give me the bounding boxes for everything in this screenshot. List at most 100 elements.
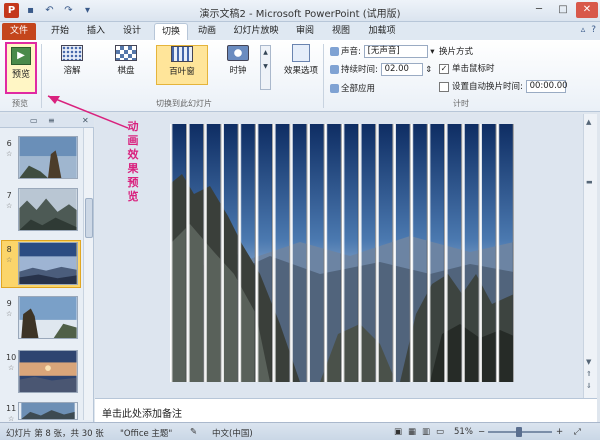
transition-label: 溶解: [63, 66, 81, 76]
tab-slideshow[interactable]: 幻灯片放映: [228, 23, 284, 40]
tab-view[interactable]: 视图: [326, 23, 356, 40]
duration-input[interactable]: 02.00: [380, 63, 423, 76]
slide-thumbnail-11[interactable]: [18, 402, 78, 420]
notes-pane[interactable]: 单击此处添加备注: [95, 398, 597, 422]
slide-thumbnail-7[interactable]: [18, 188, 78, 231]
theme-status: "Office 主题": [120, 429, 173, 439]
help-icon[interactable]: ?: [591, 25, 596, 35]
slideshow-view-icon[interactable]: ▭: [436, 427, 444, 437]
clock-icon: [227, 45, 249, 61]
spellcheck-icon[interactable]: ✎: [190, 427, 197, 437]
chevron-down-icon[interactable]: ▾: [428, 47, 434, 57]
normal-view-icon[interactable]: ▣: [394, 427, 402, 437]
tab-addins[interactable]: 加载项: [362, 23, 402, 40]
group-separator: [323, 44, 324, 108]
checkerboard-icon: [115, 45, 137, 61]
slide-number: 11 ☆: [6, 404, 17, 423]
scroll-thumb-icon[interactable]: ▬: [586, 178, 593, 186]
scroll-up-icon[interactable]: ▲: [586, 118, 591, 126]
slide-photo-blinds-transition: [170, 124, 514, 382]
slide-thumbnail-9[interactable]: [18, 296, 78, 339]
apply-all-label: 全部应用: [341, 84, 376, 94]
zoom-level[interactable]: 51%: [454, 427, 473, 437]
duration-label: 持续时间:: [341, 65, 378, 75]
tab-file[interactable]: 文件: [2, 23, 36, 40]
transition-checkerboard[interactable]: 棋盘: [102, 45, 150, 85]
preview-label: 预览: [11, 70, 30, 80]
duration-row: 持续时间: 02.00 ⇕: [330, 63, 432, 76]
fit-to-window-icon[interactable]: ⤢: [574, 427, 581, 437]
effect-options-label: 效果选项: [283, 66, 318, 76]
sound-dropdown[interactable]: [无声音]: [363, 45, 428, 58]
sound-row: 声音: [无声音] ▾: [330, 45, 435, 58]
tab-home[interactable]: 开始: [44, 23, 76, 40]
scroll-down-icon[interactable]: ▼: [586, 358, 591, 366]
slide-number: 10 ☆: [6, 353, 17, 372]
slide-count-status: 幻灯片 第 8 张，共 30 张: [6, 429, 104, 439]
effect-options-icon: [292, 44, 310, 62]
sound-label: 声音:: [341, 47, 361, 57]
group-label-preview: 预览: [12, 99, 28, 108]
notes-placeholder: 单击此处添加备注: [102, 409, 182, 420]
reading-view-icon[interactable]: ▥: [422, 427, 430, 437]
slide-editing-area: [95, 114, 583, 398]
auto-advance-time[interactable]: 00:00.00: [525, 80, 568, 93]
zoom-out-icon[interactable]: −: [478, 427, 485, 437]
slide-number: 7 ☆: [6, 191, 13, 210]
auto-advance-row[interactable]: 设置自动换片时间: 00:00.00: [439, 80, 568, 93]
sound-icon: [330, 47, 339, 56]
effect-options-button[interactable]: 效果选项: [283, 44, 319, 76]
dissolve-icon: [61, 45, 83, 61]
transition-label: 时钟: [229, 66, 247, 76]
preview-icon: ▶: [11, 47, 31, 65]
slides-pane-scrollbar[interactable]: [83, 128, 93, 420]
slide-sorter-icon[interactable]: ▦: [408, 427, 416, 437]
transition-label: 百叶窗: [169, 67, 195, 77]
previous-slide-icon[interactable]: ⇑: [586, 370, 592, 378]
apply-all-button[interactable]: 全部应用: [330, 82, 375, 94]
minimize-ribbon-icon[interactable]: ▵: [581, 25, 586, 35]
zoom-in-icon[interactable]: +: [556, 427, 563, 437]
slide-thumbnail-8[interactable]: [18, 242, 78, 285]
title-bar: P ▪ ↶ ↷ ▾ 演示文稿2 - Microsoft PowerPoint (…: [0, 0, 600, 22]
minimize-button[interactable]: ─: [528, 2, 550, 18]
preview-button[interactable]: ▶ 预览: [5, 42, 37, 94]
auto-advance-label: 设置自动换片时间:: [452, 82, 523, 92]
close-button[interactable]: ✕: [576, 2, 598, 18]
auto-advance-checkbox[interactable]: [439, 81, 449, 92]
transition-dissolve[interactable]: 溶解: [48, 45, 96, 85]
group-label-timing: 计时: [453, 99, 469, 108]
tab-animations[interactable]: 动画: [192, 23, 222, 40]
zoom-slider[interactable]: [488, 427, 552, 437]
scroll-thumb[interactable]: [85, 198, 93, 238]
transition-clock[interactable]: 时钟: [214, 45, 262, 85]
window-controls: ─ □ ✕: [528, 2, 598, 18]
apply-all-icon: [330, 84, 339, 93]
tab-design[interactable]: 设计: [116, 23, 148, 40]
slides-pane: ▭ ≡ ✕ 6 ☆ 7 ☆ 8 ☆ 9 ☆ 10 ☆ 11 ☆: [0, 114, 94, 423]
window-title: 演示文稿2 - Microsoft PowerPoint (试用版): [199, 9, 401, 20]
on-click-checkbox[interactable]: ✓: [439, 63, 449, 74]
slide-thumbnail-10[interactable]: [18, 350, 78, 393]
slide-number: 8 ☆: [6, 245, 13, 264]
tab-transitions[interactable]: 切换: [154, 23, 188, 40]
transition-blinds[interactable]: 百叶窗: [156, 45, 208, 85]
tab-insert[interactable]: 插入: [80, 23, 112, 40]
blinds-transition-panels: [170, 124, 514, 382]
maximize-button[interactable]: □: [552, 2, 574, 18]
slide-vertical-scrollbar[interactable]: ▲ ▬ ▼ ⇑ ⇓: [583, 114, 597, 398]
next-slide-icon[interactable]: ⇓: [586, 382, 592, 390]
duration-spinner-icon[interactable]: ⇕: [423, 65, 432, 75]
slide-thumbnail-6[interactable]: [18, 136, 78, 179]
slide-number: 9 ☆: [6, 299, 13, 318]
on-click-label: 单击鼠标时: [452, 64, 495, 74]
zoom-knob[interactable]: [516, 427, 522, 437]
current-slide[interactable]: [170, 124, 514, 382]
status-bar: 幻灯片 第 8 张，共 30 张 "Office 主题" ✎ 中文(中国) ▣ …: [0, 422, 600, 440]
annotation-text: 动画效果预览: [127, 120, 139, 203]
on-click-row[interactable]: ✓ 单击鼠标时: [439, 62, 495, 74]
gallery-scrollbar[interactable]: ▲ ▼: [260, 45, 271, 90]
powerpoint-window: P ▪ ↶ ↷ ▾ 演示文稿2 - Microsoft PowerPoint (…: [0, 0, 600, 440]
tab-review[interactable]: 审阅: [290, 23, 320, 40]
language-status: 中文(中国): [212, 429, 253, 439]
